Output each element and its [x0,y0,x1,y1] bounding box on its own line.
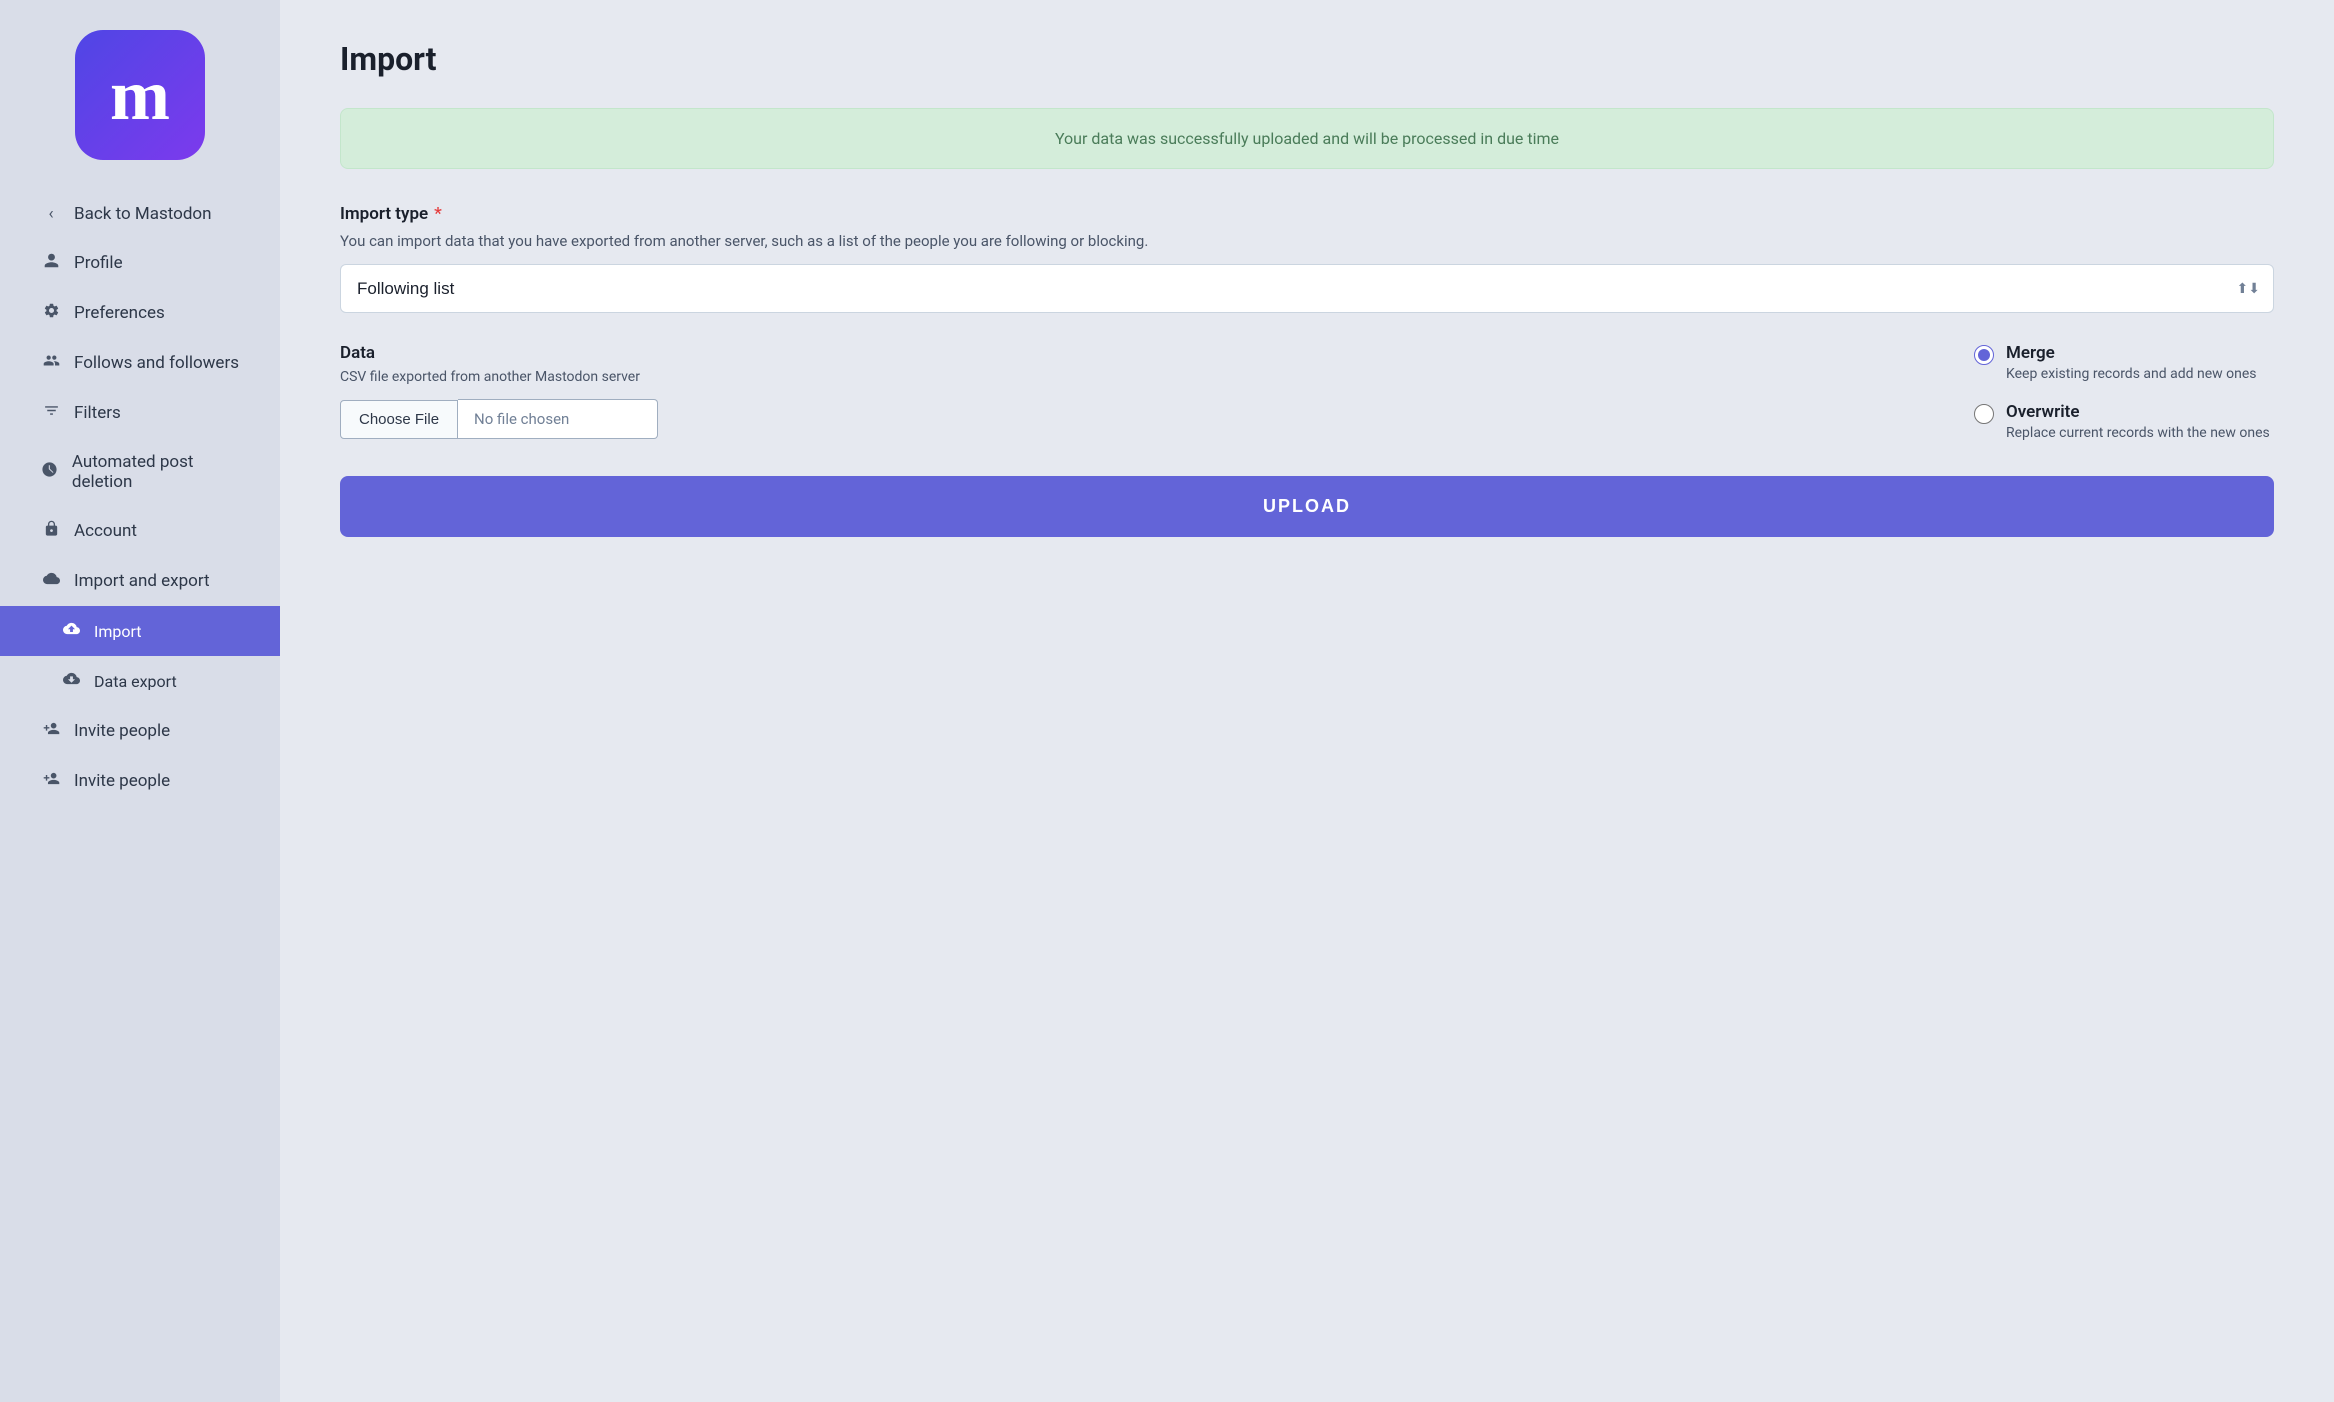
person-add-icon-2 [40,770,62,792]
choose-file-button[interactable]: Choose File [340,400,458,439]
sidebar-item-label: Preferences [74,303,165,323]
import-type-description: You can import data that you have export… [340,232,2274,250]
sidebar-item-label: Invite people [74,721,170,741]
user-icon [40,252,62,274]
merge-option[interactable]: Merge Keep existing records and add new … [1974,343,2274,382]
sidebar-item-label: Follows and followers [74,353,239,373]
sidebar-item-invite2[interactable]: Invite people [0,756,280,806]
merge-label: Merge [2006,343,2257,363]
sidebar-item-preferences[interactable]: Preferences [0,288,280,338]
sidebar-item-filters[interactable]: Filters [0,388,280,438]
import-type-label: Import type * [340,204,2274,224]
sidebar-item-label: Invite people [74,771,170,791]
import-type-select-wrapper: Following list Block list Mute list Book… [340,264,2274,313]
sidebar-item-follows[interactable]: Follows and followers [0,338,280,388]
cloud-upload-icon [60,620,82,642]
logo-letter: m [110,59,170,131]
person-add-icon [40,720,62,742]
sidebar-item-back[interactable]: ‹ Back to Mastodon [0,190,280,238]
data-section: Data CSV file exported from another Mast… [340,343,2274,441]
overwrite-text: Overwrite Replace current records with t… [2006,402,2270,441]
lock-icon [40,520,62,542]
sidebar-item-data-export[interactable]: Data export [0,656,280,706]
sidebar-item-auto-delete[interactable]: Automated post deletion [0,438,280,506]
group-icon [40,352,62,374]
import-type-select[interactable]: Following list Block list Mute list Book… [340,264,2274,313]
success-message: Your data was successfully uploaded and … [1055,129,1559,148]
chevron-left-icon: ‹ [40,204,62,224]
merge-description: Keep existing records and add new ones [2006,366,2257,382]
nav-list: ‹ Back to Mastodon Profile Preferences F… [0,190,280,806]
success-banner: Your data was successfully uploaded and … [340,108,2274,169]
sidebar-item-label: Profile [74,253,123,273]
sidebar-item-label: Automated post deletion [72,452,240,492]
sidebar-item-label: Filters [74,403,121,423]
sidebar-item-import[interactable]: Import [0,606,280,656]
data-right: Merge Keep existing records and add new … [1974,343,2274,441]
sidebar-item-import-export[interactable]: Import and export [0,556,280,606]
upload-button[interactable]: UPLOAD [340,476,2274,537]
gear-icon [40,302,62,324]
import-type-section: Import type * You can import data that y… [340,204,2274,313]
data-left: Data CSV file exported from another Mast… [340,343,1894,439]
data-description: CSV file exported from another Mastodon … [340,369,1894,385]
mastodon-logo: m [75,30,205,160]
required-indicator: * [434,204,442,224]
sidebar-item-account[interactable]: Account [0,506,280,556]
overwrite-label: Overwrite [2006,402,2270,422]
sidebar-item-profile[interactable]: Profile [0,238,280,288]
sidebar-item-label: Data export [94,672,177,691]
merge-text: Merge Keep existing records and add new … [2006,343,2257,382]
sidebar-item-label: Import [94,622,142,641]
file-input-row: Choose File No file chosen [340,399,1894,439]
cloud-download-icon [60,670,82,692]
overwrite-radio[interactable] [1974,404,1994,424]
data-label: Data [340,343,1894,363]
page-title: Import [340,40,2274,78]
cloud-icon [40,570,62,592]
sidebar-item-label: Import and export [74,571,210,591]
logo-container: m [60,30,220,160]
overwrite-description: Replace current records with the new one… [2006,425,2270,441]
sidebar-item-label: Back to Mastodon [74,204,212,224]
clock-icon [40,461,60,483]
sidebar: m ‹ Back to Mastodon Profile Preferences [0,0,280,1402]
main-content: Import Your data was successfully upload… [280,0,2334,1402]
sidebar-item-invite1[interactable]: Invite people [0,706,280,756]
sidebar-item-label: Account [74,521,137,541]
file-name-display: No file chosen [458,399,658,439]
overwrite-option[interactable]: Overwrite Replace current records with t… [1974,402,2274,441]
merge-radio[interactable] [1974,345,1994,365]
filter-icon [40,402,62,424]
